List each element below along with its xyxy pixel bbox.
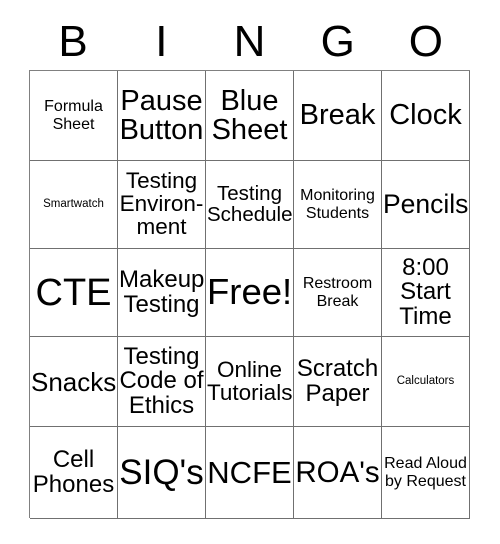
bingo-cell-label: 8:00 Start Time — [399, 253, 452, 330]
bingo-cell-i5[interactable]: SIQ's — [118, 427, 206, 519]
bingo-cell-n2[interactable]: Testing Schedule — [206, 161, 294, 249]
bingo-cell-o3[interactable]: 8:00 Start Time — [382, 249, 470, 337]
bingo-cell-label: Pencils — [383, 189, 469, 220]
bingo-cell-g3[interactable]: Restroom Break — [294, 249, 382, 337]
bingo-header-letter-b: B — [58, 17, 88, 66]
bingo-cell-g2[interactable]: Monitoring Students — [294, 161, 382, 249]
bingo-cell-label: CTE — [35, 271, 112, 314]
bingo-cell-label: Testing Environ-ment — [119, 168, 204, 239]
bingo-cell-b4[interactable]: Snacks — [30, 337, 118, 427]
bingo-cell-label: Monitoring Students — [300, 187, 375, 222]
bingo-cell-b1[interactable]: Formula Sheet — [30, 71, 118, 161]
bingo-header-letter-n: N — [233, 17, 266, 66]
bingo-cell-o2[interactable]: Pencils — [382, 161, 470, 249]
bingo-cell-i2[interactable]: Testing Environ-ment — [118, 161, 206, 249]
bingo-cell-b5[interactable]: Cell Phones — [30, 427, 118, 519]
bingo-free-space-label: Free! — [207, 271, 293, 313]
bingo-cell-o5[interactable]: Read Aloud by Request — [382, 427, 470, 519]
bingo-cell-b2[interactable]: Smartwatch — [30, 161, 118, 249]
bingo-grid: Formula Sheet Pause Button Blue Sheet Br… — [29, 70, 470, 519]
bingo-cell-g1[interactable]: Break — [294, 71, 382, 161]
bingo-header-letter-o: O — [408, 17, 444, 66]
bingo-cell-b3[interactable]: CTE — [30, 249, 118, 337]
bingo-header-letter-g: G — [320, 17, 355, 66]
bingo-cell-label: NCFE — [207, 455, 292, 490]
bingo-cell-label: Clock — [389, 99, 462, 131]
bingo-cell-n4[interactable]: Online Tutorials — [206, 337, 294, 427]
bingo-cell-o1[interactable]: Clock — [382, 71, 470, 161]
bingo-cell-label: Cell Phones — [32, 446, 115, 498]
bingo-cell-label: Formula Sheet — [44, 98, 103, 133]
bingo-cell-label: ROA's — [295, 455, 380, 489]
bingo-header-letter-i: I — [155, 17, 168, 66]
bingo-cell-label: Pause Button — [119, 84, 204, 146]
bingo-cell-i3[interactable]: Makeup Testing — [118, 249, 206, 337]
bingo-header-row: B I N G O — [29, 14, 470, 70]
bingo-cell-label: Testing Schedule — [207, 181, 293, 226]
bingo-cell-n1[interactable]: Blue Sheet — [206, 71, 294, 161]
bingo-cell-label: Scratch Paper — [296, 355, 379, 407]
bingo-cell-label: Testing Code of Ethics — [119, 342, 204, 419]
bingo-cell-free-space[interactable]: Free! — [206, 249, 294, 337]
bingo-cell-label: Blue Sheet — [211, 84, 288, 146]
bingo-cell-label: Read Aloud by Request — [384, 455, 467, 490]
bingo-cell-label: Smartwatch — [43, 197, 104, 210]
bingo-cell-label: Break — [299, 99, 376, 131]
bingo-cell-label: Online Tutorials — [207, 356, 293, 405]
bingo-cell-i1[interactable]: Pause Button — [118, 71, 206, 161]
bingo-cell-label: Snacks — [31, 366, 117, 397]
bingo-cell-g5[interactable]: ROA's — [294, 427, 382, 519]
bingo-cell-i4[interactable]: Testing Code of Ethics — [118, 337, 206, 427]
bingo-cell-g4[interactable]: Scratch Paper — [294, 337, 382, 427]
bingo-cell-label: Restroom Break — [302, 275, 373, 310]
bingo-cell-label: Calculators — [396, 374, 455, 387]
bingo-cell-label: Makeup Testing — [119, 266, 205, 318]
bingo-cell-label: SIQ's — [119, 453, 204, 492]
bingo-cell-n5[interactable]: NCFE — [206, 427, 294, 519]
bingo-card: B I N G O Formula Sheet Pause Button Blu… — [0, 0, 500, 544]
bingo-cell-o4[interactable]: Calculators — [382, 337, 470, 427]
